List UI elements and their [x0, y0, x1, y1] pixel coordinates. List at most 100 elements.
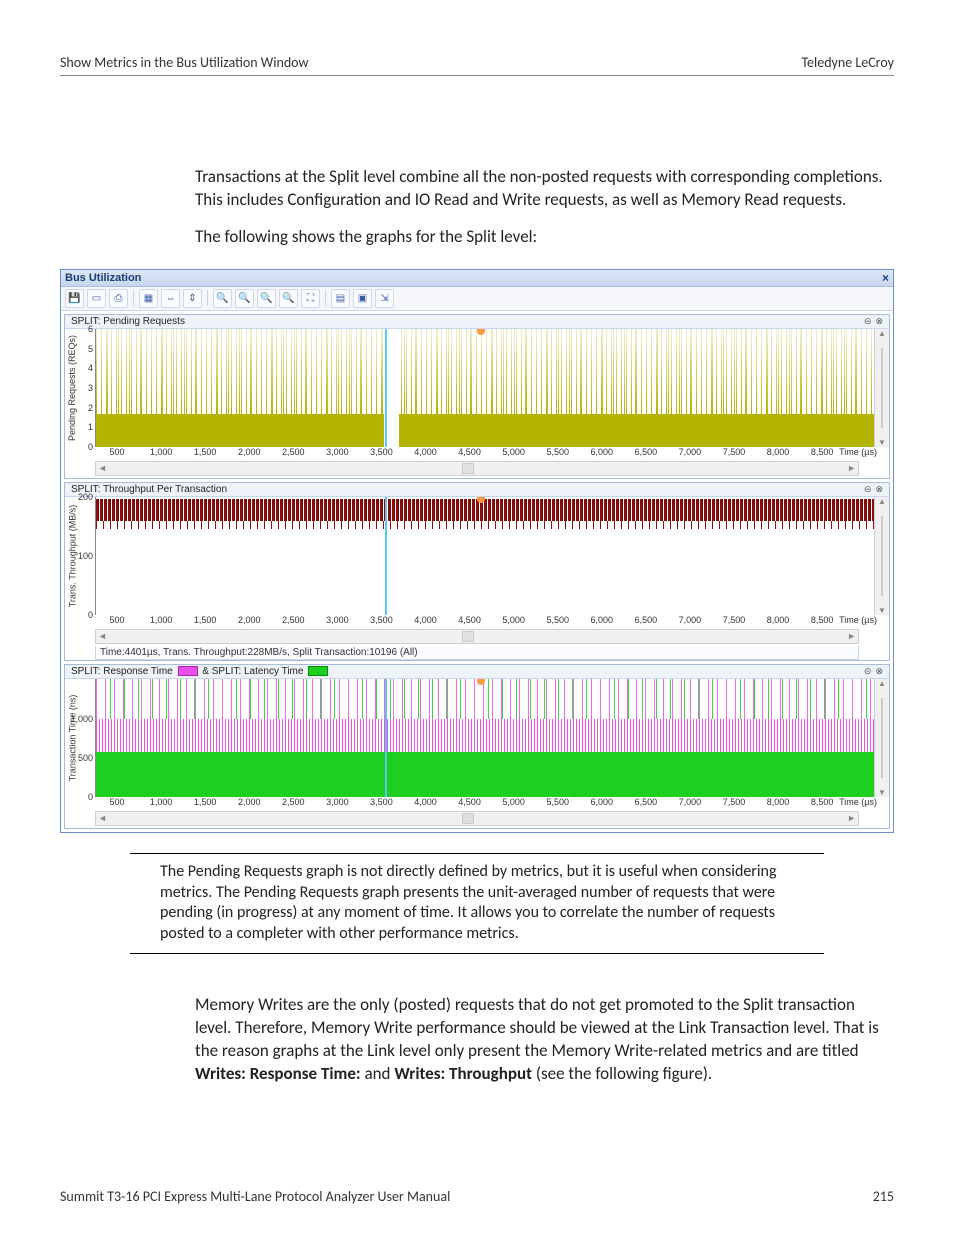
- x-tick: 3,500: [370, 797, 393, 807]
- pane3-title-b: SPLIT: Latency Time: [212, 666, 304, 677]
- separator: [325, 290, 326, 306]
- x-tick: 7,000: [679, 615, 702, 625]
- fit-height-icon[interactable]: ⇕: [183, 289, 202, 308]
- x-tick: 5,500: [546, 797, 569, 807]
- x-tick: 2,000: [238, 615, 261, 625]
- vertical-scrollbar[interactable]: ▲▼: [874, 497, 889, 615]
- x-tick: 6,000: [591, 447, 614, 457]
- para3-pre: Memory Writes are the only (posted) requ…: [195, 994, 879, 1061]
- y-tick: 500: [78, 753, 93, 763]
- x-tick: 6,000: [591, 797, 614, 807]
- x-tick: 6,500: [635, 797, 658, 807]
- footer-page: 215: [873, 1188, 894, 1205]
- x-tick: 1,500: [194, 797, 217, 807]
- x-tick: 7,500: [723, 615, 746, 625]
- x-tick: 8,000: [767, 447, 790, 457]
- x-tick: 7,000: [679, 797, 702, 807]
- bu-toolbar: 💾 ▭ ⎙ ▦ ⇔ ⇕ 🔍 🔍 🔍 🔍 ⛶ ▤ ▣ ⇲: [61, 287, 893, 311]
- x-tick: 6,500: [635, 447, 658, 457]
- pane2-plot[interactable]: [96, 497, 874, 615]
- x-tick: 5,500: [546, 447, 569, 457]
- horizontal-scrollbar[interactable]: ◄►: [95, 811, 859, 826]
- grid-icon[interactable]: ▦: [139, 289, 158, 308]
- paragraph-3: Memory Writes are the only (posted) requ…: [195, 994, 884, 1086]
- x-tick: 2,000: [238, 797, 261, 807]
- horizontal-scrollbar[interactable]: ◄►: [95, 629, 859, 644]
- pane1-plot[interactable]: [96, 329, 874, 447]
- y-tick: 3: [88, 383, 93, 393]
- x-tick: 4,000: [414, 615, 437, 625]
- x-tick: 500: [110, 447, 125, 457]
- para3-bold-2: Writes: Throughput: [394, 1063, 532, 1084]
- x-tick: 3,000: [326, 447, 349, 457]
- rect-icon[interactable]: ▭: [87, 289, 106, 308]
- pane3-title-amp: &: [202, 666, 211, 677]
- pane-close-icon[interactable]: ⊗: [875, 484, 883, 495]
- pane-close-icon[interactable]: ⊗: [875, 316, 883, 327]
- legend-swatch-response: [178, 666, 198, 676]
- bus-utilization-window: Bus Utilization × 💾 ▭ ⎙ ▦ ⇔ ⇕ 🔍 🔍 🔍 🔍 ⛶ …: [60, 269, 894, 833]
- x-tick: 1,000: [150, 797, 173, 807]
- x-tick: 2,500: [282, 615, 305, 625]
- pane2-title: SPLIT: Throughput Per Transaction: [71, 484, 227, 495]
- y-tick: 0: [88, 610, 93, 620]
- vertical-scrollbar[interactable]: ▲▼: [874, 679, 889, 797]
- separator: [207, 290, 208, 306]
- pane3-ylabel: Transaction Time (ns): [67, 694, 77, 781]
- vertical-scrollbar[interactable]: ▲▼: [874, 329, 889, 447]
- pane-collapse-icon[interactable]: ⊝: [864, 316, 872, 327]
- close-icon[interactable]: ×: [882, 271, 889, 285]
- x-tick: 4,000: [414, 447, 437, 457]
- bu-titlebar[interactable]: Bus Utilization ×: [61, 270, 893, 287]
- pane3-plot[interactable]: [96, 679, 874, 797]
- pane2-xaxis: Time (µs) 5001,0001,5002,0002,5003,0003,…: [95, 615, 875, 629]
- export-icon[interactable]: ⇲: [375, 289, 394, 308]
- print-icon[interactable]: ⎙: [109, 289, 128, 308]
- x-tick: 8,500: [811, 615, 834, 625]
- separator: [133, 290, 134, 306]
- full-icon[interactable]: ▣: [353, 289, 372, 308]
- y-tick: 200: [78, 492, 93, 502]
- x-tick: 7,500: [723, 447, 746, 457]
- y-tick: 1,000: [70, 714, 93, 724]
- fit-width-icon[interactable]: ⇔: [161, 289, 180, 308]
- y-tick: 6: [88, 324, 93, 334]
- pane-pending-requests: SPLIT: Pending Requests ⊝ ⊗ Pending Requ…: [64, 314, 890, 479]
- pane-close-icon[interactable]: ⊗: [875, 666, 883, 677]
- x-tick: 3,500: [370, 447, 393, 457]
- cursor-line[interactable]: [385, 497, 387, 615]
- cursor-line[interactable]: [385, 679, 387, 797]
- pane-collapse-icon[interactable]: ⊝: [864, 666, 872, 677]
- x-tick: 2,000: [238, 447, 261, 457]
- x-tick: 1,000: [150, 447, 173, 457]
- para3-mid: and: [361, 1063, 395, 1084]
- x-tick: 4,500: [458, 447, 481, 457]
- x-tick: 1,500: [194, 615, 217, 625]
- x-tick: 8,000: [767, 797, 790, 807]
- y-tick: 2: [88, 403, 93, 413]
- note-text: The Pending Requests graph is not direct…: [160, 862, 794, 945]
- x-tick: 1,500: [194, 447, 217, 457]
- pane-collapse-icon[interactable]: ⊝: [864, 484, 872, 495]
- x-tick: 500: [110, 797, 125, 807]
- expand-icon[interactable]: ⛶: [301, 289, 320, 308]
- save-icon[interactable]: 💾: [65, 289, 84, 308]
- note-box: The Pending Requests graph is not direct…: [130, 853, 824, 954]
- tile-icon[interactable]: ▤: [331, 289, 350, 308]
- x-tick: 5,500: [546, 615, 569, 625]
- horizontal-scrollbar[interactable]: ◄►: [95, 461, 859, 476]
- zoom-reset-icon[interactable]: 🔍: [279, 289, 298, 308]
- legend-swatch-latency: [308, 666, 328, 676]
- x-tick: 4,500: [458, 615, 481, 625]
- y-tick: 4: [88, 363, 93, 373]
- pane3-title: SPLIT: Response Time & SPLIT: Latency Ti…: [71, 666, 330, 677]
- x-tick: 5,000: [502, 615, 525, 625]
- x-tick: 7,500: [723, 797, 746, 807]
- x-tick: 8,500: [811, 797, 834, 807]
- cursor-line[interactable]: [385, 329, 387, 447]
- zoom-select-icon[interactable]: 🔍: [257, 289, 276, 308]
- pane1-xaxis: Time (µs) 5001,0001,5002,0002,5003,0003,…: [95, 447, 875, 461]
- zoom-out-icon[interactable]: 🔍: [235, 289, 254, 308]
- x-tick: 3,500: [370, 615, 393, 625]
- zoom-in-icon[interactable]: 🔍: [213, 289, 232, 308]
